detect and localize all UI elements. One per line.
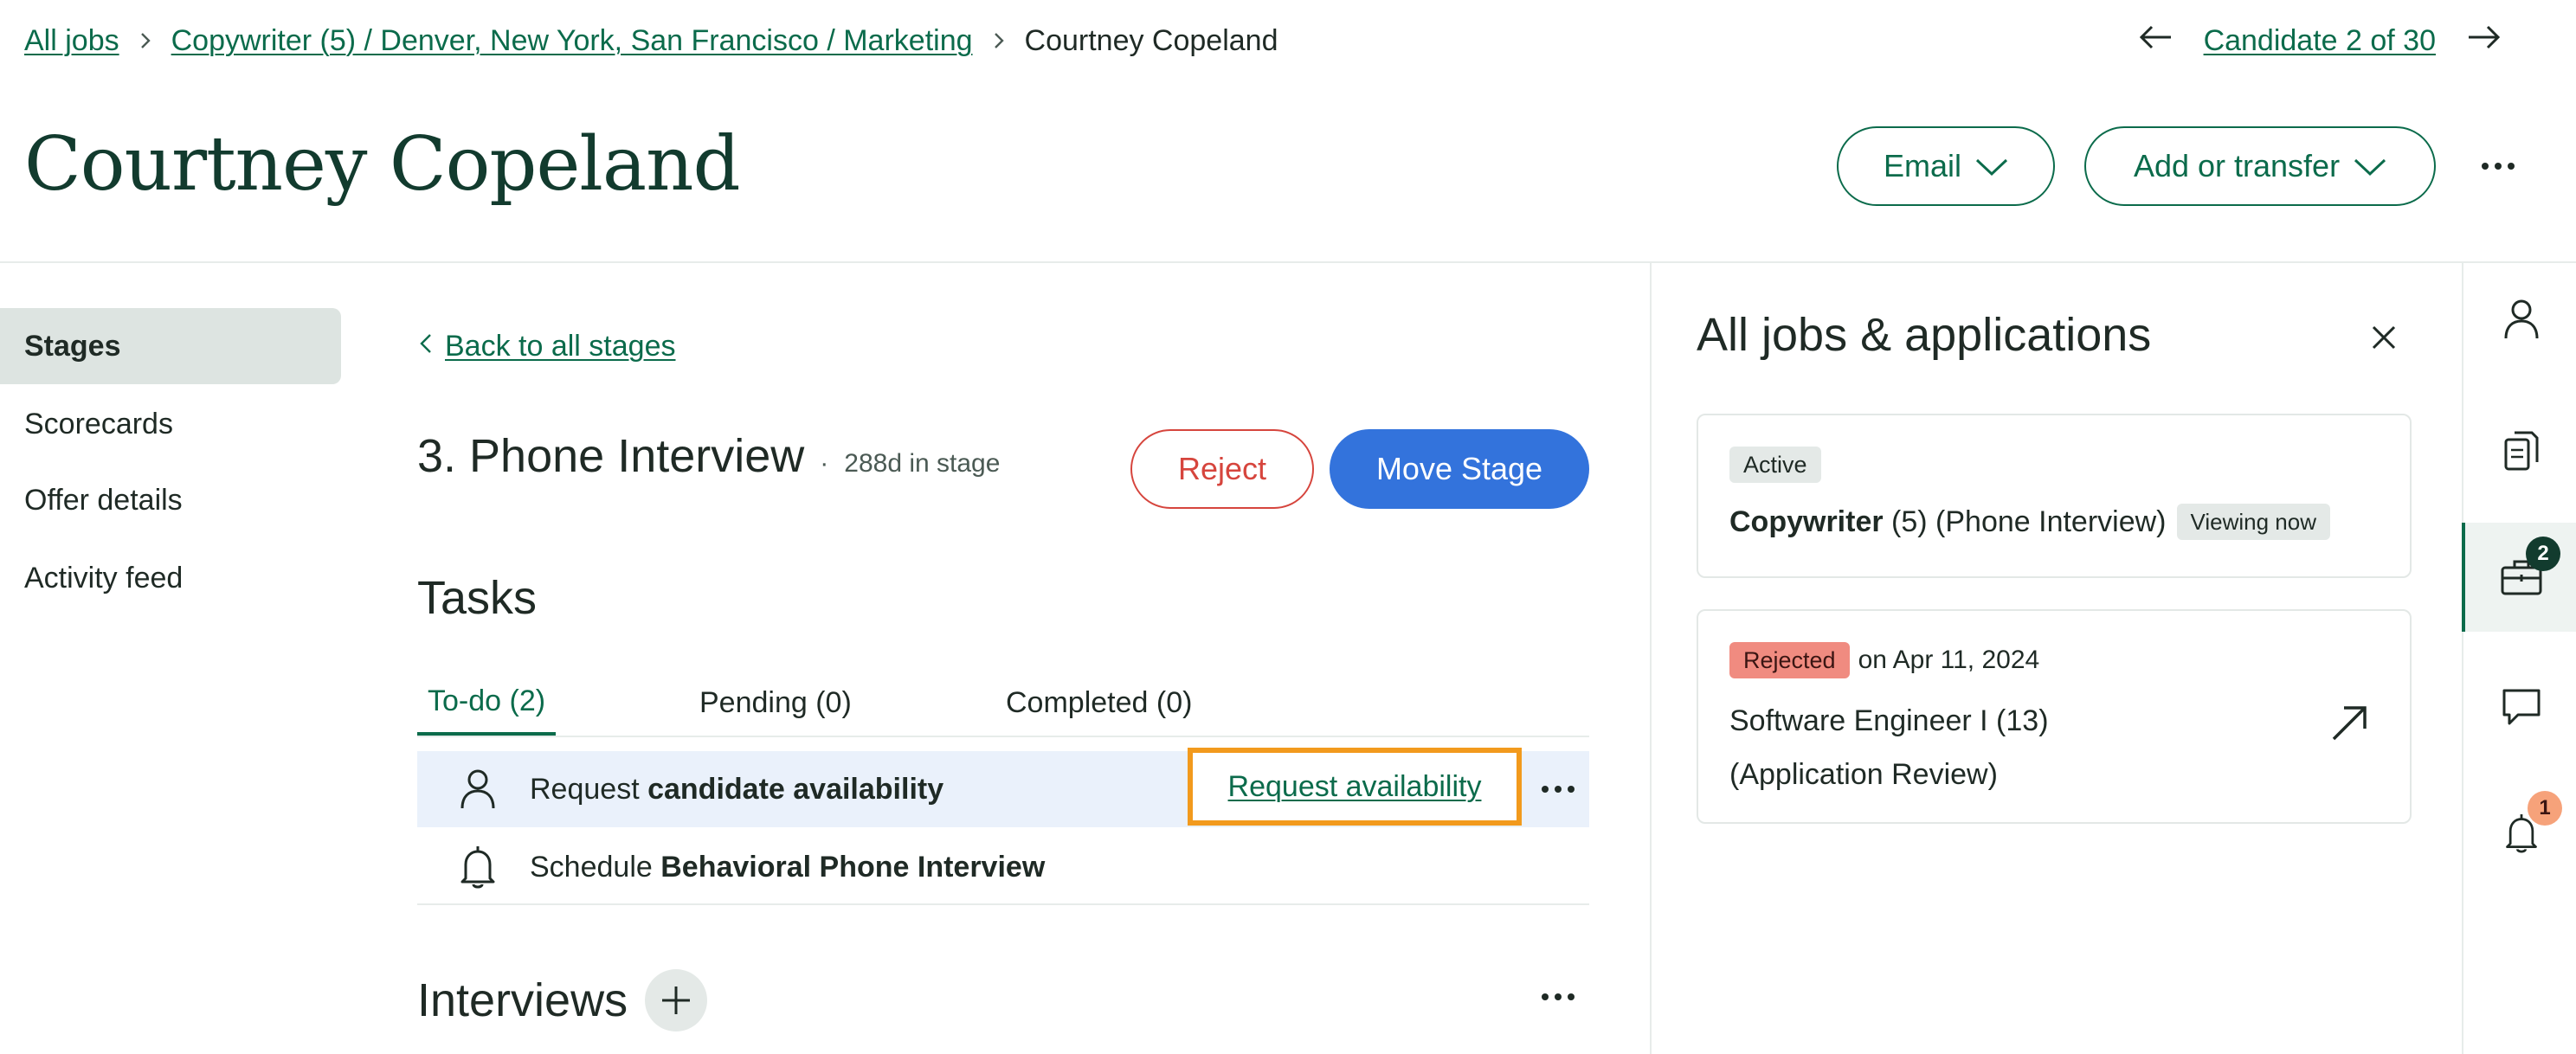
documents-icon[interactable]: [2491, 421, 2552, 481]
move-stage-button[interactable]: Move Stage: [1330, 429, 1589, 509]
add-or-transfer-label: Add or transfer: [2133, 148, 2341, 183]
application-line: Copywriter (5) (Phone Interview) Viewing…: [1729, 504, 2379, 540]
person-icon[interactable]: [2491, 289, 2552, 350]
back-to-stages-label[interactable]: Back to all stages: [445, 330, 675, 363]
tabs-divider: [417, 736, 1589, 737]
task-title: candidate availability: [647, 772, 944, 806]
tab-to-do[interactable]: To-do (2): [417, 670, 557, 736]
panel-divider: [1650, 261, 1652, 1054]
tab-completed[interactable]: Completed (0): [1006, 670, 1192, 736]
rail-divider: [2462, 261, 2463, 1054]
task-prefix: Request: [530, 772, 648, 806]
header-divider: [0, 261, 2576, 263]
notification-bell-icon[interactable]: 1: [2491, 791, 2562, 864]
task-prefix: Schedule: [530, 850, 661, 884]
jobs-count-badge: 2: [2526, 537, 2560, 571]
interviews-heading: Interviews: [417, 974, 628, 1026]
more-options-icon[interactable]: [2472, 145, 2524, 187]
days-in-stage: 288d in stage: [844, 449, 1001, 478]
tasks-divider: [417, 903, 1589, 905]
rejected-status-line: Rejected on Apr 11, 2024: [1729, 642, 2379, 678]
application-card-active[interactable]: Active Copywriter (5) (Phone Interview) …: [1697, 414, 2412, 578]
task-more-icon[interactable]: [1534, 768, 1582, 810]
sidebar-item-offer-details[interactable]: Offer details: [0, 462, 341, 538]
breadcrumb-job[interactable]: Copywriter (5) / Denver, New York, San F…: [171, 24, 973, 58]
notifications-count-badge: 1: [2528, 791, 2562, 826]
chevron-down-icon: [1975, 148, 2008, 184]
breadcrumb: All jobs Copywriter (5) / Denver, New Yo…: [24, 19, 1278, 62]
chevron-right-icon: [992, 30, 1006, 51]
email-button[interactable]: Email: [1837, 126, 2055, 206]
chevron-left-icon: [419, 330, 433, 363]
person-icon: [457, 767, 530, 812]
candidate-name: Courtney Copeland: [24, 121, 741, 208]
chevron-right-icon: [138, 30, 152, 51]
bell-icon: [457, 844, 530, 890]
interviews-header: Interviews: [417, 969, 708, 1032]
external-link-icon[interactable]: [2328, 701, 2372, 744]
email-button-label: Email: [1883, 148, 1962, 183]
reject-button[interactable]: Reject: [1130, 429, 1314, 509]
arrow-right-icon[interactable]: [2465, 23, 2503, 59]
chevron-down-icon: [2354, 148, 2386, 184]
stage-name: 3. Phone Interview: [417, 430, 805, 482]
rejected-date: on Apr 11, 2024: [1858, 646, 2040, 674]
application-job: Copywriter (5) (Phone Interview): [1729, 505, 2167, 539]
plus-icon: [662, 987, 691, 1014]
job-title: Copywriter: [1729, 505, 1884, 538]
arrow-left-icon[interactable]: [2136, 23, 2174, 59]
sidebar-item-activity-feed[interactable]: Activity feed: [0, 540, 341, 616]
interviews-more-icon[interactable]: [1534, 976, 1582, 1018]
rejected-application: Software Engineer I (13) (Application Re…: [1729, 694, 2379, 801]
add-or-transfer-button[interactable]: Add or transfer: [2084, 126, 2436, 206]
rejected-job-stage: (Application Review): [1729, 758, 1998, 791]
task-row: Schedule Behavioral Phone Interview: [417, 829, 1589, 905]
breadcrumb-all-jobs[interactable]: All jobs: [24, 24, 119, 58]
chat-icon[interactable]: [2491, 677, 2552, 737]
rail-active-indicator: [2462, 523, 2465, 632]
close-icon[interactable]: [2360, 313, 2408, 362]
status-badge: Active: [1729, 447, 1821, 483]
back-to-stages-link[interactable]: Back to all stages: [419, 322, 675, 370]
stage-separator: ·: [820, 449, 829, 478]
request-availability-highlight: Request availability: [1188, 748, 1522, 826]
sidebar-item-scorecards[interactable]: Scorecards: [0, 386, 341, 462]
tab-pending[interactable]: Pending (0): [699, 670, 852, 736]
stage-title: 3. Phone Interview · 288d in stage: [417, 429, 1000, 483]
rejected-job: Software Engineer I (13): [1729, 704, 2049, 737]
job-detail: (5) (Phone Interview): [1883, 505, 2167, 538]
task-title: Behavioral Phone Interview: [660, 850, 1046, 884]
breadcrumb-current: Courtney Copeland: [1024, 23, 1278, 57]
viewing-now-badge: Viewing now: [2176, 504, 2331, 540]
candidate-position-link[interactable]: Candidate 2 of 30: [2204, 24, 2436, 58]
application-card-rejected[interactable]: Rejected on Apr 11, 2024 Software Engine…: [1697, 609, 2412, 824]
candidate-pager: Candidate 2 of 30: [2136, 19, 2503, 62]
sidebar-item-stages[interactable]: Stages: [0, 308, 341, 384]
request-availability-link[interactable]: Request availability: [1228, 770, 1482, 804]
rejected-badge: Rejected: [1729, 642, 1850, 678]
tasks-heading: Tasks: [417, 572, 538, 624]
briefcase-icon[interactable]: 2: [2491, 537, 2560, 607]
panel-title: All jobs & applications: [1697, 309, 2152, 361]
add-interview-button[interactable]: [645, 969, 708, 1032]
